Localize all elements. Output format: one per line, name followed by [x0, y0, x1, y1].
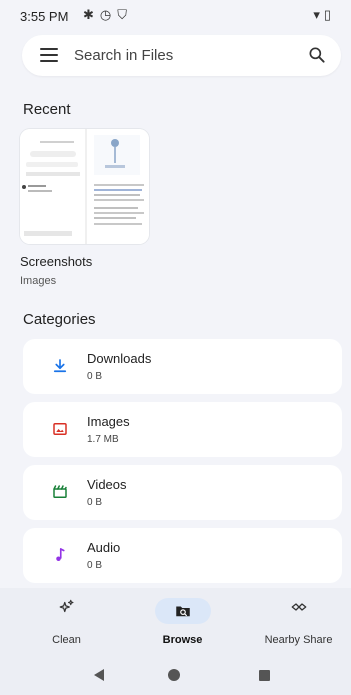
- category-audio[interactable]: Audio 0 B: [23, 528, 342, 583]
- search-input[interactable]: Search in Files: [74, 47, 173, 64]
- status-time: 3:55 PM: [20, 9, 69, 24]
- recent-screenshots-thumbnail[interactable]: [20, 129, 149, 244]
- category-images[interactable]: Images 1.7 MB: [23, 402, 342, 457]
- alarm-icon: ◷: [99, 7, 112, 22]
- home-icon[interactable]: [168, 669, 180, 681]
- nav-clean[interactable]: Clean: [8, 588, 125, 655]
- shield-icon: ⛉: [117, 7, 128, 22]
- recent-section-title: Recent: [23, 101, 71, 118]
- categories-section-title: Categories: [23, 311, 96, 328]
- nav-label: Nearby Share: [264, 634, 333, 646]
- search-bar[interactable]: Search in Files: [22, 35, 341, 76]
- status-system-icons: ▾ ▯: [313, 7, 331, 23]
- category-videos[interactable]: Videos 0 B: [23, 465, 342, 520]
- download-icon: [53, 359, 67, 373]
- wifi-icon: ▾: [313, 7, 320, 22]
- nav-label: Clean: [52, 634, 81, 646]
- battery-icon: ▯: [323, 7, 331, 22]
- status-bar: 3:55 PM ✱ ◷ ⛉ ▾ ▯: [0, 0, 351, 30]
- search-icon[interactable]: [307, 45, 327, 65]
- category-size: 0 B: [87, 497, 103, 508]
- nearby-share-icon: [291, 603, 306, 611]
- recents-icon[interactable]: [259, 670, 270, 681]
- system-navigation-bar: [0, 655, 351, 695]
- recent-item-name: Screenshots: [20, 254, 93, 269]
- image-icon: [53, 423, 67, 435]
- category-size: 1.7 MB: [87, 434, 119, 445]
- video-icon: [53, 485, 67, 498]
- nav-nearby-share[interactable]: Nearby Share: [240, 588, 351, 655]
- category-label: Downloads: [87, 351, 152, 366]
- nav-label: Browse: [162, 634, 203, 646]
- category-label: Audio: [87, 540, 121, 555]
- browse-icon: [175, 606, 190, 617]
- gear-icon: ✱: [83, 7, 94, 22]
- back-icon[interactable]: [94, 669, 104, 681]
- category-label: Images: [87, 414, 130, 429]
- sparkle-icon: [59, 599, 74, 613]
- recent-item-subtitle: Images: [20, 275, 57, 287]
- category-size: 0 B: [87, 371, 103, 382]
- category-downloads[interactable]: Downloads 0 B: [23, 339, 342, 394]
- audio-icon: [56, 548, 65, 561]
- bottom-navigation: Clean Browse Nearby Share: [0, 588, 351, 655]
- nav-browse[interactable]: Browse: [124, 588, 241, 655]
- category-size: 0 B: [87, 560, 103, 571]
- category-label: Videos: [87, 477, 127, 492]
- screenshot-preview-image: [20, 129, 149, 244]
- status-notification-icons: ✱ ◷ ⛉: [83, 7, 127, 23]
- menu-icon[interactable]: [40, 48, 58, 62]
